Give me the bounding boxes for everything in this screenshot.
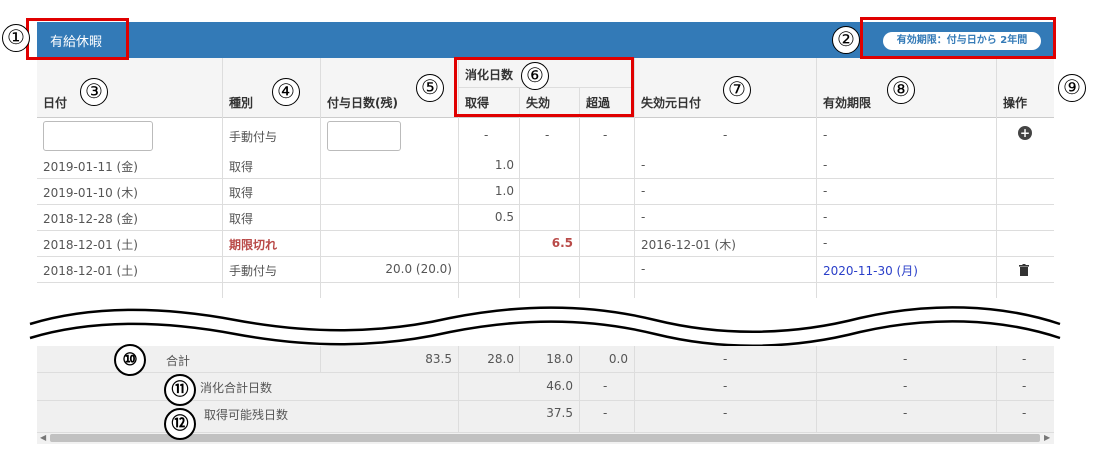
consumed-total-action: - xyxy=(1022,379,1027,393)
col-date: 日付 xyxy=(43,96,68,110)
scrollbar-thumb[interactable] xyxy=(50,434,1040,442)
col-action: 操作 xyxy=(1003,96,1028,110)
marker-2: ② xyxy=(832,26,860,54)
remaining-value: 37.5 xyxy=(546,406,573,420)
row-date: 2019-01-10 (木) xyxy=(43,186,138,200)
input-type-label: 手動付与 xyxy=(229,130,278,144)
remaining-excess: - xyxy=(603,406,608,420)
scroll-right-icon[interactable]: ▶ xyxy=(1044,433,1050,442)
date-input[interactable] xyxy=(43,121,153,151)
row-date: 2018-12-01 (土) xyxy=(43,264,138,278)
marker-7: ⑦ xyxy=(723,76,751,104)
row-granted: 20.0 (20.0) xyxy=(385,262,452,276)
marker-10: ⑩ xyxy=(114,344,146,376)
row-expiry: - xyxy=(823,210,828,224)
col-expiry: 有効期限 xyxy=(823,96,872,110)
marker-8: ⑧ xyxy=(887,76,915,104)
col-expire-source: 失効元日付 xyxy=(641,96,702,110)
consumed-total-expire-source: - xyxy=(723,379,728,393)
remaining-action: - xyxy=(1022,406,1027,420)
remaining-label: 取得可能残日数 xyxy=(204,408,289,422)
row-type: 取得 xyxy=(229,186,254,200)
marker-3: ③ xyxy=(80,78,108,106)
input-acquired: - xyxy=(484,128,489,142)
totals-granted: 83.5 xyxy=(425,352,452,366)
marker-6: ⑥ xyxy=(521,62,549,90)
row-expire-source: - xyxy=(641,262,646,276)
input-expire-source: - xyxy=(723,128,728,142)
row-type-expired: 期限切れ xyxy=(229,238,278,252)
col-granted: 付与日数(残) xyxy=(327,96,398,110)
annotation-box-title xyxy=(26,18,129,60)
row-acquired: 1.0 xyxy=(494,184,514,198)
row-expiry: - xyxy=(823,236,828,250)
row-type: 取得 xyxy=(229,160,254,174)
totals-expiry: - xyxy=(903,352,908,366)
totals-label: 合計 xyxy=(166,354,191,368)
consumed-total-excess: - xyxy=(603,379,608,393)
granted-days-input[interactable] xyxy=(327,121,401,151)
marker-11: ⑪ xyxy=(164,374,196,406)
col-type: 種別 xyxy=(229,96,254,110)
consumed-total-label: 消化合計日数 xyxy=(200,381,273,395)
plus-circle-icon[interactable]: + xyxy=(1018,126,1032,140)
marker-5: ⑤ xyxy=(416,74,444,102)
row-expiry: - xyxy=(823,158,828,172)
consumed-total-value: 46.0 xyxy=(546,379,573,393)
totals-excess: 0.0 xyxy=(608,352,628,366)
totals-expire-source: - xyxy=(723,352,728,366)
row-expire-source: - xyxy=(641,210,646,224)
break-wave xyxy=(29,306,1061,347)
row-expire-source: - xyxy=(641,158,646,172)
marker-9: ⑨ xyxy=(1058,74,1086,102)
scroll-left-icon[interactable]: ◀ xyxy=(40,433,46,442)
remaining-expiry: - xyxy=(903,406,908,420)
annotation-box-validity xyxy=(860,17,1056,59)
totals-acquired: 28.0 xyxy=(487,352,514,366)
row-date: 2018-12-01 (土) xyxy=(43,238,138,252)
row-acquired: 1.0 xyxy=(494,158,514,172)
trash-icon[interactable] xyxy=(1019,264,1029,279)
marker-1: ① xyxy=(2,24,30,52)
row-expiry-link[interactable]: 2020-11-30 (月) xyxy=(823,262,918,279)
input-excess: - xyxy=(603,128,608,142)
row-date: 2018-12-28 (金) xyxy=(43,212,138,226)
row-expire-source: 2016-12-01 (木) xyxy=(641,238,736,252)
row-expired: 6.5 xyxy=(551,236,573,250)
consumed-total-expiry: - xyxy=(903,379,908,393)
totals-action: - xyxy=(1022,352,1027,366)
row-type: 手動付与 xyxy=(229,264,278,278)
remaining-expire-source: - xyxy=(723,406,728,420)
row-date: 2019-01-11 (金) xyxy=(43,160,138,174)
row-acquired: 0.5 xyxy=(494,210,514,224)
header-divider xyxy=(37,117,1054,118)
marker-12: ⑫ xyxy=(164,408,196,440)
marker-4: ④ xyxy=(272,78,300,106)
totals-expired: 18.0 xyxy=(546,352,573,366)
input-expiry: - xyxy=(823,128,828,142)
row-expiry: - xyxy=(823,184,828,198)
row-type: 取得 xyxy=(229,212,254,226)
input-expired: - xyxy=(545,128,550,142)
row-expire-source: - xyxy=(641,184,646,198)
